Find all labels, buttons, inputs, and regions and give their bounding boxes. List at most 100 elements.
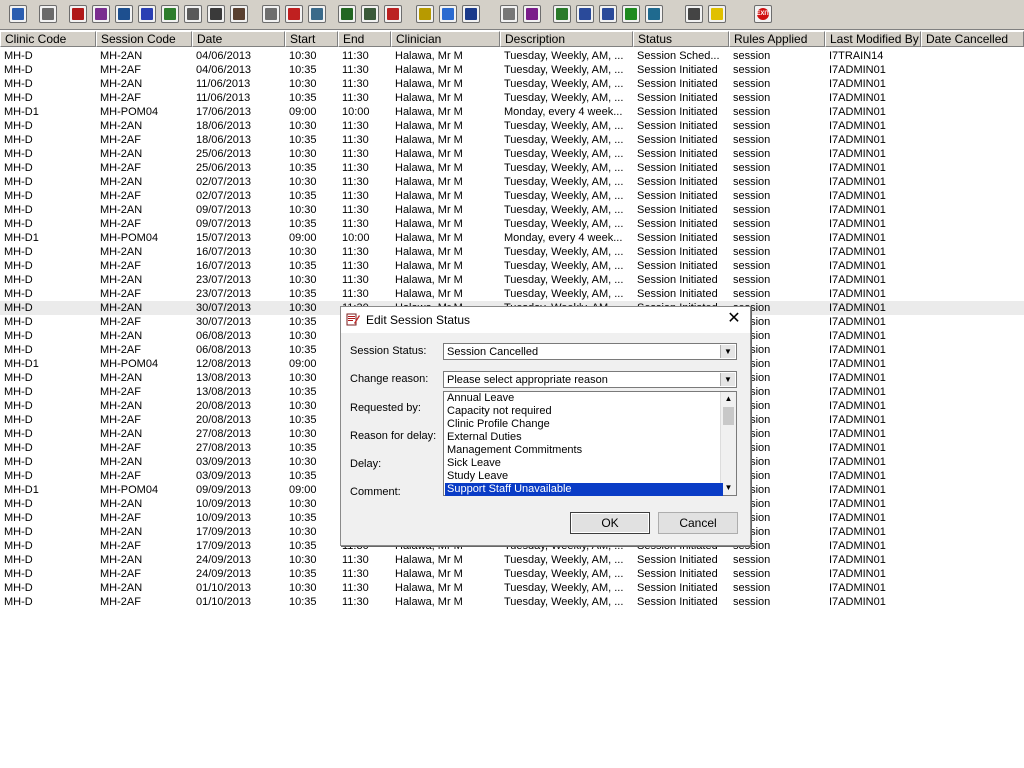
table-row[interactable]: MH-D MH-2AF 01/10/2013 10:35 11:30 Halawa, Mr…	[0, 595, 1024, 609]
timer-icon[interactable]	[384, 5, 402, 23]
table-row[interactable]: MH-D MH-2AF 18/06/2013 10:35 11:30 Halawa, Mr…	[0, 133, 1024, 147]
reason-option[interactable]: External Duties	[445, 431, 723, 444]
table-row[interactable]: MH-D MH-2AF 25/06/2013 10:35 11:30 Halawa, Mr…	[0, 161, 1024, 175]
exit-icon[interactable]: EXIT	[754, 5, 772, 23]
table-cell: I7ADMIN01	[829, 596, 886, 608]
table-cell: 11:30	[342, 50, 369, 62]
table-cell: 11:30	[342, 582, 369, 594]
column-header[interactable]: Rules Applied	[729, 31, 825, 47]
ambulance-icon[interactable]	[439, 5, 457, 23]
ok-button[interactable]: OK	[570, 512, 650, 534]
chevron-down-icon[interactable]: ▼	[720, 373, 735, 386]
table-cell	[925, 315, 1022, 329]
table-cell: Halawa, Mr M	[395, 134, 463, 146]
reason-option[interactable]: Management Commitments	[445, 444, 723, 457]
worker-icon[interactable]	[462, 5, 480, 23]
table-row[interactable]: MH-D1 MH-POM04 15/07/2013 09:00 10:00 Halawa,…	[0, 231, 1024, 245]
table-cell: 11:30	[342, 190, 369, 202]
table-row[interactable]: MH-D MH-2AN 09/07/2013 10:30 11:30 Halawa, Mr…	[0, 203, 1024, 217]
column-header[interactable]: Clinic Code	[0, 31, 96, 47]
screen-icon[interactable]	[308, 5, 326, 23]
import-icon[interactable]	[645, 5, 663, 23]
change-reason-dropdown-list[interactable]: ▲ ▼ Annual Leave Capacity not required Cli…	[443, 391, 737, 496]
table-cell: 01/10/2013	[196, 596, 252, 608]
reason-option[interactable]: Support Staff Unavailable	[445, 483, 723, 496]
table-row[interactable]: MH-D MH-2AF 02/07/2013 10:35 11:30 Halawa, Mr…	[0, 189, 1024, 203]
session-status-select[interactable]: Session Cancelled ▼	[443, 343, 737, 360]
reason-option[interactable]: Study Leave	[445, 470, 723, 483]
cancel-button[interactable]: Cancel	[658, 512, 738, 534]
swap-icon[interactable]	[685, 5, 703, 23]
report-icon[interactable]	[338, 5, 356, 23]
table-cell: 10:30	[289, 372, 317, 384]
reason-option[interactable]: Sick Leave	[445, 457, 723, 470]
scrollbar-thumb[interactable]	[723, 407, 734, 425]
table-cell: Session Initiated	[637, 232, 718, 244]
scroll-up-icon[interactable]: ▲	[721, 392, 736, 406]
column-header[interactable]: Status	[633, 31, 729, 47]
table-row[interactable]: MH-D MH-2AF 24/09/2013 10:35 11:30 Halawa, Mr…	[0, 567, 1024, 581]
table-row[interactable]: MH-D MH-2AN 04/06/2013 10:30 11:30 Halawa, Mr…	[0, 49, 1024, 63]
chevron-down-icon[interactable]: ▼	[720, 345, 735, 358]
table-row[interactable]: MH-D MH-2AN 11/06/2013 10:30 11:30 Halawa, Mr…	[0, 77, 1024, 91]
table-cell: Session Initiated	[637, 596, 718, 608]
table-row[interactable]: MH-D MH-2AF 11/06/2013 10:35 11:30 Halawa, Mr…	[0, 91, 1024, 105]
table-cell: 13/08/2013	[196, 372, 252, 384]
table-row[interactable]: MH-D MH-2AN 25/06/2013 10:30 11:30 Halawa, Mr…	[0, 147, 1024, 161]
table-row[interactable]: MH-D MH-2AF 04/06/2013 10:35 11:30 Halawa, Mr…	[0, 63, 1024, 77]
column-header[interactable]: Date Cancelled	[921, 31, 1024, 47]
change-reason-select[interactable]: Please select appropriate reason ▼	[443, 371, 737, 388]
scroll-down-icon[interactable]: ▼	[721, 481, 736, 495]
clock-icon[interactable]	[285, 5, 303, 23]
column-header[interactable]: Last Modified By	[825, 31, 921, 47]
column-header[interactable]: End	[338, 31, 391, 47]
column-header[interactable]: Start	[285, 31, 338, 47]
view-list-icon[interactable]	[115, 5, 133, 23]
table-row[interactable]: MH-D MH-2AF 09/07/2013 10:35 11:30 Halawa, Mr…	[0, 217, 1024, 231]
clinic-list-icon[interactable]	[39, 5, 57, 23]
table-cell: I7ADMIN01	[829, 568, 886, 580]
table-row[interactable]: MH-D1 MH-POM04 17/06/2013 09:00 10:00 Halawa,…	[0, 105, 1024, 119]
table-cell: I7ADMIN01	[829, 526, 886, 538]
warning-icon[interactable]	[708, 5, 726, 23]
transfer-icon[interactable]	[207, 5, 225, 23]
column-header[interactable]: Clinician	[391, 31, 500, 47]
person-icon[interactable]	[161, 5, 179, 23]
close-icon[interactable]: ✕	[726, 311, 742, 327]
bar-chart-icon[interactable]	[523, 5, 541, 23]
reason-option[interactable]: Capacity not required	[445, 405, 723, 418]
table-cell: MH-D	[4, 386, 33, 398]
table-row[interactable]: MH-D MH-2AN 23/07/2013 10:30 11:30 Halawa, Mr…	[0, 273, 1024, 287]
column-header[interactable]: Date	[192, 31, 285, 47]
globe-icon[interactable]	[553, 5, 571, 23]
table-row[interactable]: MH-D MH-2AF 16/07/2013 10:35 11:30 Halawa, Mr…	[0, 259, 1024, 273]
document-edit-icon[interactable]	[416, 5, 434, 23]
page-icon[interactable]	[500, 5, 518, 23]
reason-option[interactable]: Clinic Profile Change	[445, 418, 723, 431]
table-cell: Session Initiated	[637, 260, 718, 272]
column-header[interactable]: Description	[500, 31, 633, 47]
table-cell	[925, 91, 1022, 105]
column-header[interactable]: Session Code	[96, 31, 192, 47]
table-row[interactable]: MH-D MH-2AN 18/06/2013 10:30 11:30 Halawa, Mr…	[0, 119, 1024, 133]
appointment-book-icon[interactable]	[69, 5, 87, 23]
edit-record-icon[interactable]	[92, 5, 110, 23]
checkmark-icon[interactable]	[599, 5, 617, 23]
table-cell: MH-D	[4, 148, 33, 160]
referral-icon[interactable]	[230, 5, 248, 23]
table-row[interactable]: MH-D MH-2AF 23/07/2013 10:35 11:30 Halawa, Mr…	[0, 287, 1024, 301]
message-board-icon[interactable]	[361, 5, 379, 23]
table-row[interactable]: MH-D MH-2AN 16/07/2013 10:30 11:30 Halawa, Mr…	[0, 245, 1024, 259]
reason-option[interactable]: Annual Leave	[445, 392, 723, 405]
export-icon[interactable]	[622, 5, 640, 23]
table-cell: Tuesday, Weekly, AM, ...	[504, 260, 624, 272]
message-icon[interactable]	[138, 5, 156, 23]
notes-icon[interactable]	[184, 5, 202, 23]
table-cell: 10:35	[289, 386, 317, 398]
table-row[interactable]: MH-D MH-2AN 24/09/2013 10:30 11:30 Halawa, Mr…	[0, 553, 1024, 567]
table-row[interactable]: MH-D MH-2AN 01/10/2013 10:30 11:30 Halawa, Mr…	[0, 581, 1024, 595]
patient-search-icon[interactable]	[9, 5, 27, 23]
mail-icon[interactable]	[262, 5, 280, 23]
checklist-icon[interactable]	[576, 5, 594, 23]
table-row[interactable]: MH-D MH-2AN 02/07/2013 10:30 11:30 Halawa, Mr…	[0, 175, 1024, 189]
